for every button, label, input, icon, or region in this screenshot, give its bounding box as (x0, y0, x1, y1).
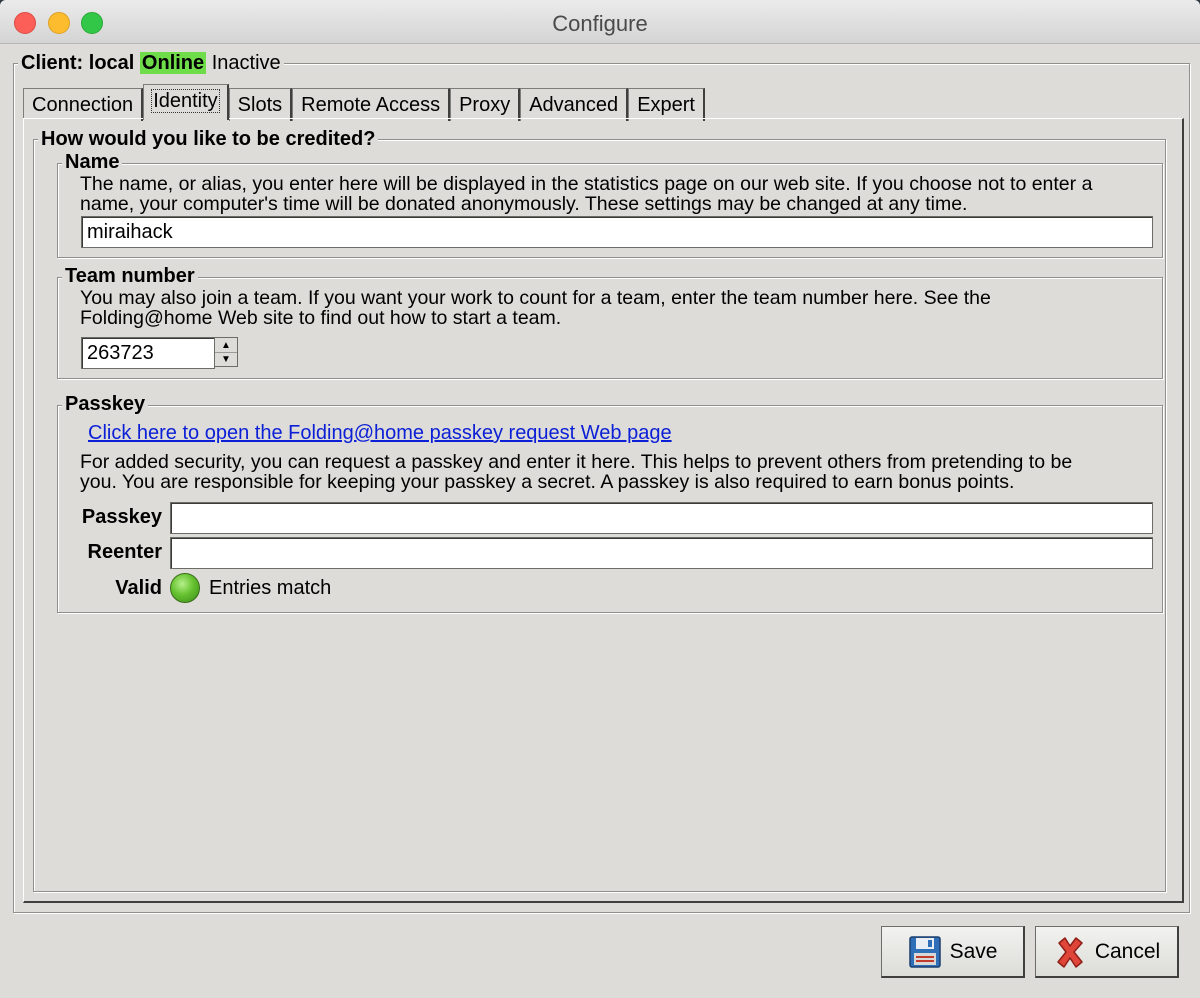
valid-status-text: Entries match (209, 577, 332, 599)
passkey-description-line2: you. You are responsible for keeping you… (80, 471, 1015, 493)
team-legend: Team number (62, 265, 198, 287)
client-label: Client: local (21, 52, 135, 74)
cancel-button[interactable]: Cancel (1035, 926, 1179, 978)
passkey-legend: Passkey (62, 393, 149, 415)
passkey-request-link[interactable]: Click here to open the Folding@home pass… (88, 422, 672, 445)
tab-advanced[interactable]: Advanced (520, 88, 629, 121)
team-number-stepper[interactable]: ▲ ▼ (214, 337, 238, 367)
valid-label: Valid (115, 577, 162, 599)
credited-heading: How would you like to be credited? (38, 128, 379, 150)
tab-expert[interactable]: Expert (628, 88, 705, 121)
reenter-passkey-input[interactable] (170, 537, 1153, 569)
name-description-line2: name, your computer's time will be donat… (80, 193, 968, 215)
tab-slots[interactable]: Slots (228, 88, 293, 121)
tab-proxy[interactable]: Proxy (450, 88, 521, 121)
tab-remote-access[interactable]: Remote Access (292, 88, 451, 121)
tab-connection[interactable]: Connection (23, 88, 144, 121)
save-button[interactable]: Save (881, 926, 1025, 978)
passkey-label: Passkey (81, 506, 162, 528)
team-description-line1: You may also join a team. If you want yo… (80, 287, 991, 309)
stepper-down-icon[interactable]: ▼ (215, 352, 237, 366)
cancel-label: Cancel (1094, 939, 1161, 963)
online-badge: Online (139, 52, 207, 74)
reenter-label: Reenter (87, 541, 162, 563)
tab-identity[interactable]: Identity (143, 84, 229, 120)
inactive-status: Inactive (211, 52, 281, 74)
floppy-disk-icon (908, 935, 941, 968)
passkey-description-line1: For added security, you can request a pa… (80, 451, 1073, 473)
valid-status-led-icon (170, 573, 200, 603)
stepper-up-icon[interactable]: ▲ (215, 338, 237, 352)
passkey-input[interactable] (170, 502, 1153, 534)
configure-window: Configure Client: local Online Inactive … (0, 0, 1200, 998)
team-number-input[interactable]: 263723 (81, 337, 215, 369)
title-bar[interactable]: Configure (0, 0, 1200, 44)
name-legend: Name (62, 151, 123, 173)
client-status: Client: local Online Inactive (18, 52, 284, 74)
save-label: Save (949, 939, 998, 963)
team-description-line2: Folding@home Web site to find out how to… (80, 307, 562, 329)
red-x-icon (1057, 936, 1083, 968)
tab-bar: Connection Identity Slots Remote Access … (23, 84, 705, 121)
window-title: Configure (552, 11, 648, 36)
name-description-line1: The name, or alias, you enter here will … (80, 173, 1093, 195)
name-input[interactable]: miraihack (81, 216, 1153, 248)
